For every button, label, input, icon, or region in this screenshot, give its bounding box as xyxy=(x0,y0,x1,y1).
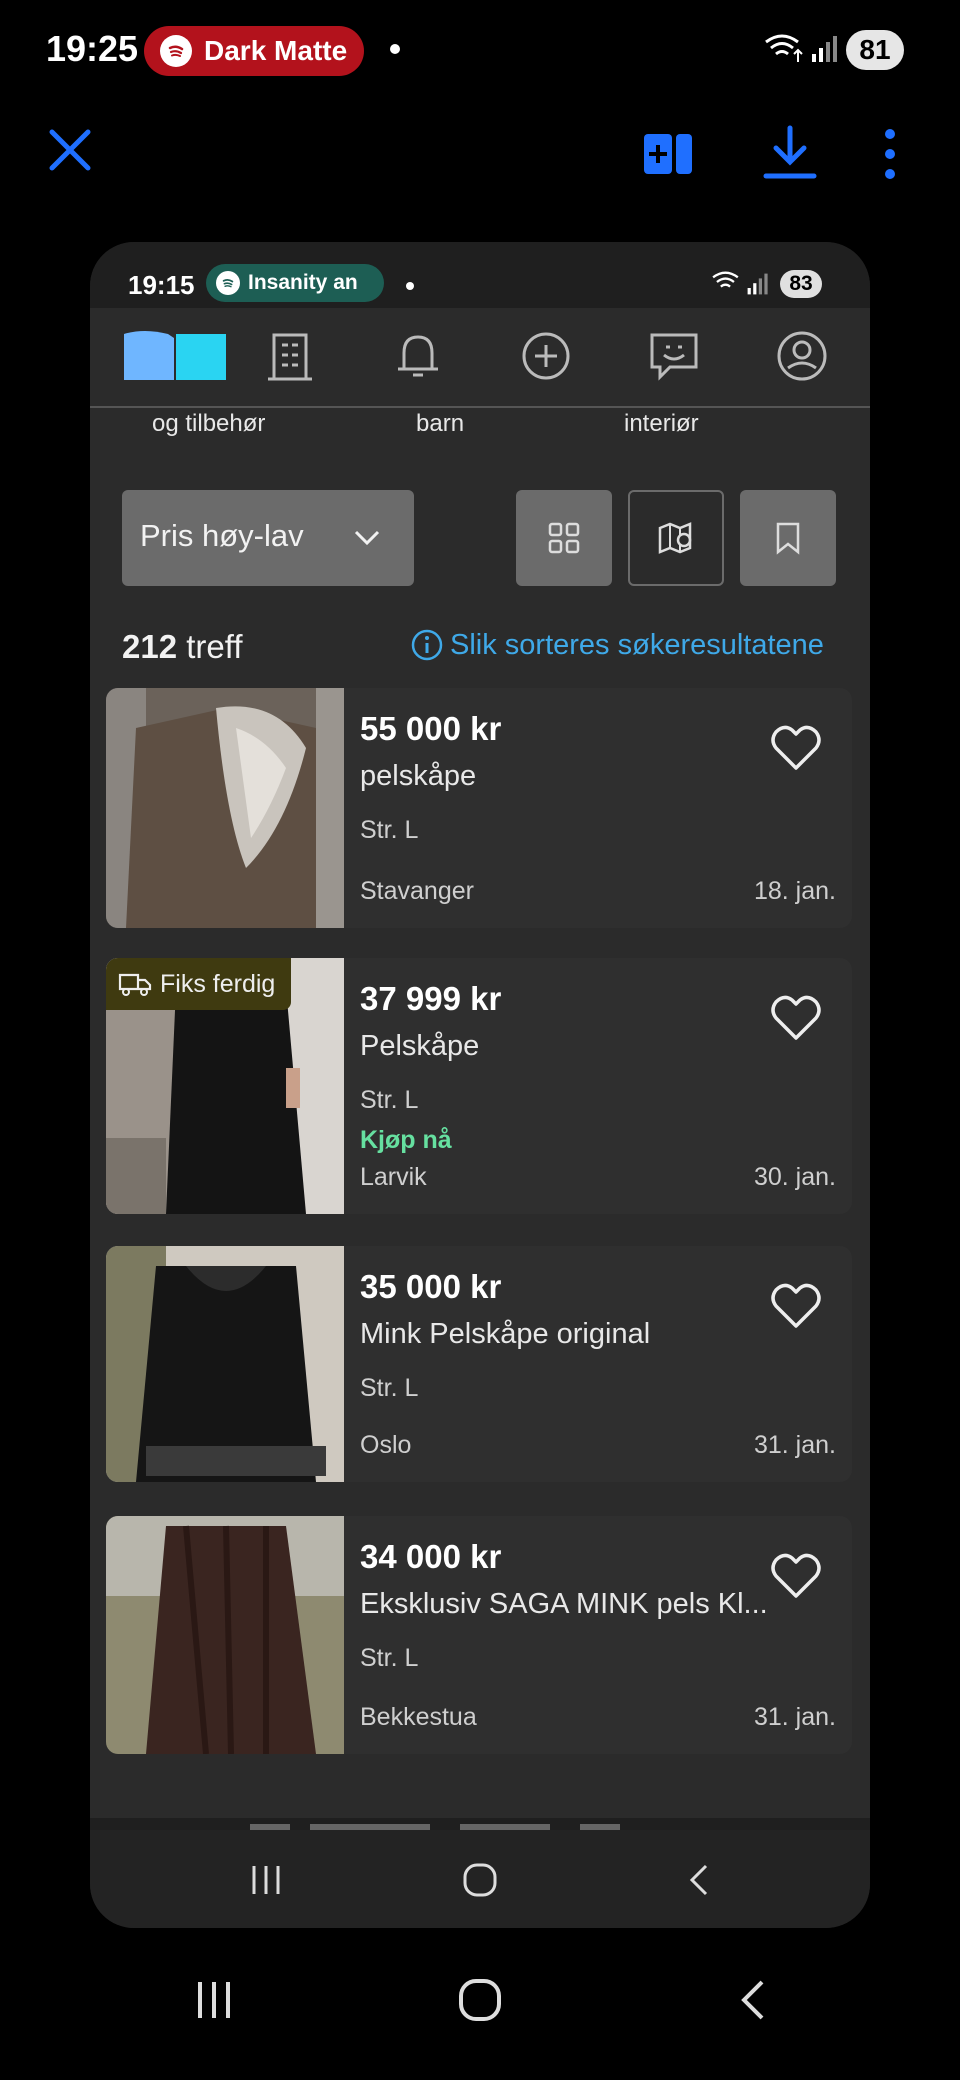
info-icon xyxy=(411,629,443,661)
sort-label: Pris høy-lav xyxy=(140,518,304,553)
outer-media-label: Dark Matte xyxy=(204,35,348,66)
back-icon xyxy=(689,1864,708,1896)
listing-card[interactable]: 34 000 kr Eksklusiv SAGA MINK pels Kl...… xyxy=(106,1516,852,1754)
listing-location: Stavanger xyxy=(360,877,474,905)
inner-status-time: 19:15 xyxy=(128,270,195,300)
listing-price: 34 000 kr xyxy=(360,1538,502,1575)
listing-size: Str. L xyxy=(360,1374,419,1402)
signal-icon xyxy=(747,273,768,295)
sort-dropdown[interactable]: Pris høy-lav xyxy=(122,490,414,586)
result-count-suffix: treff xyxy=(177,628,243,665)
spotify-icon xyxy=(160,35,192,67)
listing-date: 31. jan. xyxy=(753,1703,836,1731)
fiks-ferdig-badge: Fiks ferdig xyxy=(106,958,292,1010)
plus-circle-icon[interactable] xyxy=(516,326,576,386)
profile-icon[interactable] xyxy=(772,326,832,386)
spotify-icon xyxy=(216,271,240,295)
sorting-info-text: Slik sorteres søkeresultatene xyxy=(450,628,824,661)
signal-icon xyxy=(812,36,837,62)
screenshot-preview: 19:15 Insanity an 83 og tilbehør barn in… xyxy=(90,242,870,1928)
app-nav-bar xyxy=(90,308,870,408)
listing-date: 30. jan. xyxy=(753,1163,836,1191)
recent-apps-icon xyxy=(252,1866,280,1894)
notification-dot xyxy=(406,282,414,290)
battery-indicator: 83 xyxy=(780,270,822,298)
listing-price: 35 000 kr xyxy=(360,1268,502,1305)
inner-media-label: Insanity an xyxy=(248,271,358,294)
listing-date: 31. jan. xyxy=(753,1431,836,1459)
category-label[interactable]: barn xyxy=(416,410,464,438)
sorting-info-link[interactable]: Slik sorteres søkeresultatene xyxy=(410,628,824,662)
listing-title: Eksklusiv SAGA MINK pels Kl... xyxy=(360,1588,768,1620)
grid-view-button[interactable] xyxy=(516,490,612,586)
listing-price: 55 000 kr xyxy=(360,710,502,747)
listing-image xyxy=(106,1246,344,1482)
heart-icon[interactable] xyxy=(768,1548,824,1604)
listing-date: 18. jan. xyxy=(753,877,836,905)
badge-label: Fiks ferdig xyxy=(160,969,276,998)
category-label[interactable]: og tilbehør xyxy=(152,410,265,438)
listing-size: Str. L xyxy=(360,1086,419,1114)
recent-apps-icon[interactable] xyxy=(190,1976,238,2024)
listing-price: 37 999 kr xyxy=(360,980,502,1017)
home-icon[interactable] xyxy=(122,326,228,386)
listing-card[interactable]: Fiks ferdig 37 999 kr Pelskåpe Str. L Kj… xyxy=(106,958,852,1214)
bell-icon[interactable] xyxy=(388,326,448,386)
add-panel-icon[interactable] xyxy=(642,128,694,180)
save-search-button[interactable] xyxy=(740,490,836,586)
home-button-icon xyxy=(463,1863,497,1897)
heart-icon[interactable] xyxy=(768,990,824,1046)
map-icon xyxy=(658,522,692,554)
heart-icon[interactable] xyxy=(768,720,824,776)
listing-title: Mink Pelskåpe original xyxy=(360,1318,651,1350)
download-icon[interactable] xyxy=(760,124,820,184)
listing-card[interactable]: 35 000 kr Mink Pelskåpe original Str. L … xyxy=(106,1246,852,1482)
buy-now-label: Kjøp nå xyxy=(360,1126,452,1154)
listing-image xyxy=(106,688,344,928)
bookmark-icon xyxy=(776,522,800,555)
wifi-icon xyxy=(765,34,803,62)
chat-icon[interactable] xyxy=(644,326,704,386)
home-button-icon[interactable] xyxy=(456,1976,504,2024)
heart-icon[interactable] xyxy=(768,1278,824,1334)
truck-icon xyxy=(118,973,152,996)
listing-location: Bekkestua xyxy=(360,1703,477,1731)
system-nav-bar xyxy=(0,1960,960,2080)
chevron-down-icon xyxy=(354,530,380,546)
result-count: 212 treff xyxy=(122,628,242,666)
listing-title: pelskåpe xyxy=(360,760,477,792)
notification-dot xyxy=(390,44,400,54)
listing-title: Pelskåpe xyxy=(360,1030,480,1062)
listing-location: Oslo xyxy=(360,1431,412,1459)
more-vertical-icon[interactable] xyxy=(870,124,910,184)
outer-status-time: 19:25 xyxy=(46,28,139,69)
building-icon[interactable] xyxy=(260,326,320,386)
inner-system-nav xyxy=(90,1830,870,1928)
map-view-button[interactable] xyxy=(628,490,724,586)
listing-card[interactable]: 55 000 kr pelskåpe Str. L Stavanger 18. … xyxy=(106,688,852,928)
listing-size: Str. L xyxy=(360,816,419,844)
grid-icon xyxy=(548,522,580,554)
wifi-icon xyxy=(712,271,739,288)
result-count-number: 212 xyxy=(122,628,178,665)
inner-media-pill: Insanity an xyxy=(206,264,384,302)
outer-media-pill[interactable]: Dark Matte xyxy=(144,26,364,76)
category-label[interactable]: interiør xyxy=(624,410,699,438)
back-icon[interactable] xyxy=(730,1976,778,2024)
listing-size: Str. L xyxy=(360,1644,419,1672)
battery-indicator: 81 xyxy=(846,30,904,70)
listing-image xyxy=(106,1516,344,1754)
listing-location: Larvik xyxy=(360,1163,427,1191)
close-icon[interactable] xyxy=(44,124,96,176)
